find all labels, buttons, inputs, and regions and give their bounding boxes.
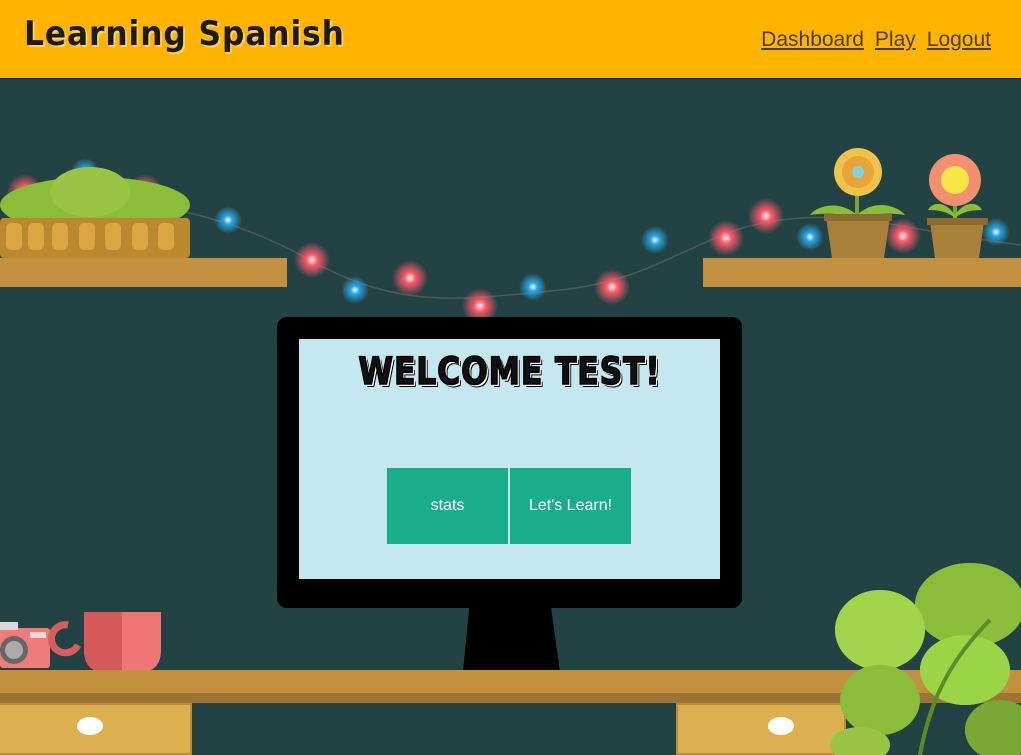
monitor-stand	[463, 600, 560, 672]
left-shelf	[0, 258, 287, 287]
camera-illustration	[0, 622, 50, 668]
left-drawer	[0, 703, 192, 755]
large-plant	[830, 563, 1021, 755]
drawer-knob	[77, 717, 103, 735]
mug-illustration	[47, 612, 161, 672]
lets-learn-button[interactable]: Let's Learn!	[510, 468, 631, 544]
welcome-heading: WELCOME TEST!	[358, 349, 661, 394]
stats-button[interactable]: stats	[387, 468, 508, 544]
right-shelf	[703, 258, 1021, 287]
drawer-knob	[768, 717, 794, 735]
desk-edge	[0, 693, 1021, 703]
pink-flower-pot	[927, 154, 988, 258]
right-drawer	[676, 703, 846, 755]
